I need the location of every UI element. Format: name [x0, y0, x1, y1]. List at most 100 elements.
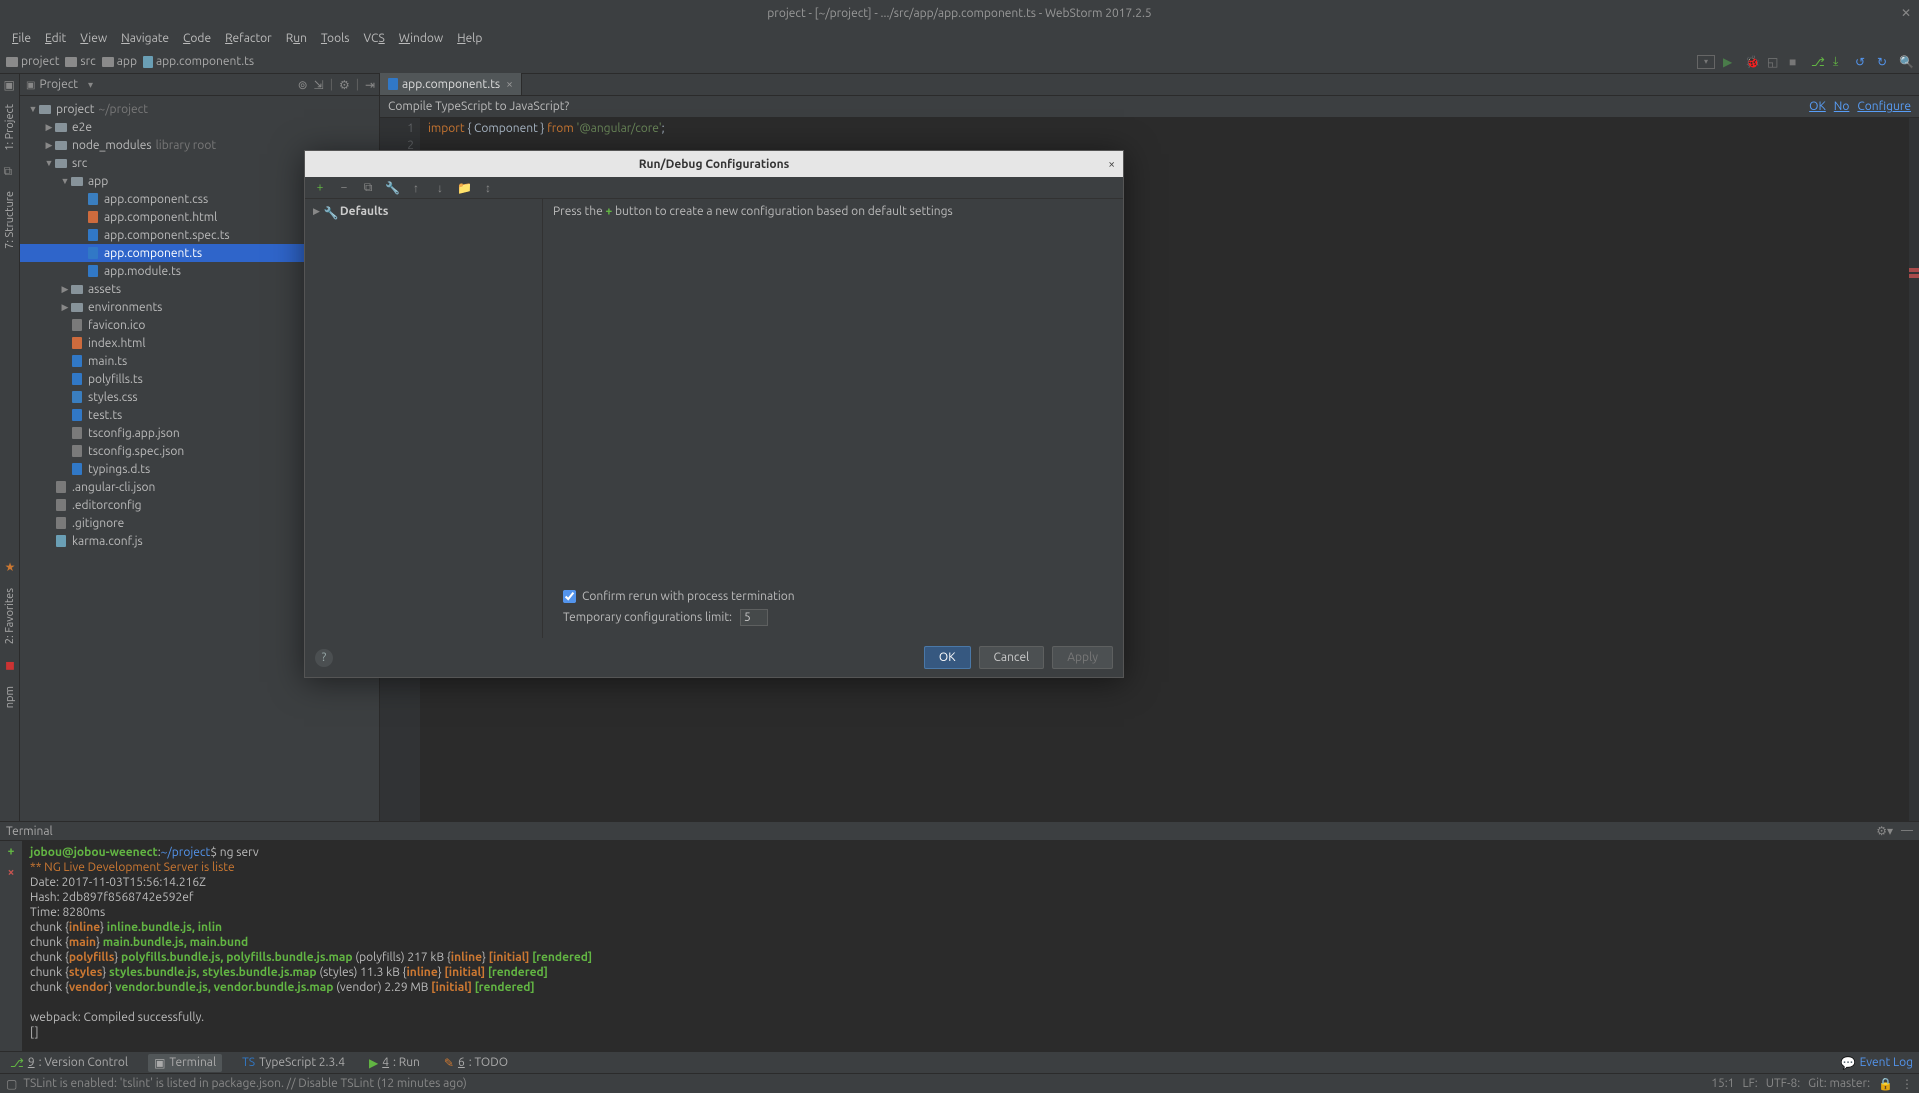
run-config-dropdown-icon[interactable]: ▾	[1697, 55, 1715, 69]
tool-version-control[interactable]: ⎇9: 9: Version ControlVersion Control	[6, 1056, 132, 1070]
file-icon	[86, 265, 100, 277]
dialog-down-icon[interactable]: ↓	[433, 181, 447, 195]
status-hide-icon[interactable]: ▢	[6, 1077, 17, 1091]
dialog-confirm-checkbox-row[interactable]: Confirm rerun with process termination	[563, 590, 1103, 603]
status-lock-icon[interactable]: 🔒	[1878, 1077, 1893, 1091]
menu-refactor[interactable]: Refactor	[219, 30, 278, 47]
crumb-project[interactable]: project	[6, 55, 59, 68]
window-close-icon[interactable]: ✕	[1901, 6, 1911, 20]
tree-arrow-icon[interactable]: ▶	[44, 122, 54, 133]
menu-vcs[interactable]: VCS	[357, 30, 390, 47]
favorites-icon[interactable]: ★	[5, 560, 16, 574]
crumb-src[interactable]: src	[65, 55, 95, 68]
tree-node[interactable]: ▶e2e	[20, 118, 379, 136]
debug-icon[interactable]: 🐞	[1745, 55, 1759, 69]
status-more-icon[interactable]: ⋮	[1901, 1077, 1913, 1091]
dialog-cancel-button[interactable]: Cancel	[979, 646, 1045, 669]
tool-favorites[interactable]: 2: Favorites	[4, 588, 16, 644]
status-caret-pos[interactable]: 15:1	[1711, 1077, 1734, 1091]
menu-view[interactable]: View	[74, 30, 113, 47]
dialog-limit-input[interactable]	[740, 609, 768, 626]
tool-run[interactable]: ▶4: Run	[365, 1056, 424, 1070]
tree-arrow-icon[interactable]: ▼	[28, 104, 38, 114]
project-tool-icon[interactable]: ▣	[4, 78, 16, 90]
tree-node-label: .angular-cli.json	[72, 481, 155, 494]
ts-file-icon	[388, 78, 398, 90]
close-tab-icon[interactable]: ×	[506, 78, 513, 91]
vcs-branch-icon[interactable]: ⎇	[1811, 55, 1825, 69]
menu-file[interactable]: File	[6, 30, 37, 47]
dialog-save-template-icon[interactable]: 🔧	[385, 181, 399, 195]
dialog-copy-icon[interactable]: ⧉	[361, 181, 375, 195]
terminal-output[interactable]: jobou@jobou-weenect:~/project$ ng serv *…	[22, 841, 1919, 1051]
terminal-close-icon[interactable]: ×	[8, 866, 15, 879]
tree-arrow-icon[interactable]: ▶	[60, 284, 70, 295]
tool-terminal[interactable]: ▣Terminal	[148, 1054, 222, 1072]
dialog-apply-button[interactable]: Apply	[1052, 646, 1113, 669]
dialog-config-tree[interactable]: ▶ 🔧 Defaults	[305, 199, 543, 638]
search-icon[interactable]: 🔍	[1899, 55, 1913, 69]
menu-run[interactable]: Run	[280, 30, 313, 47]
dialog-ok-button[interactable]: OK	[924, 646, 971, 669]
status-line-sep[interactable]: LF:	[1742, 1077, 1757, 1091]
tree-arrow-icon[interactable]: ▶	[44, 140, 54, 151]
stop-icon[interactable]: ■	[1789, 55, 1803, 69]
terminal-hide-icon[interactable]: —	[1901, 824, 1913, 838]
editor-tabs: app.component.ts ×	[380, 74, 1919, 96]
vcs-history-icon[interactable]: ↻	[1877, 55, 1891, 69]
menu-edit[interactable]: Edit	[39, 30, 72, 47]
tool-typescript[interactable]: TSTypeScript 2.3.4	[238, 1056, 349, 1069]
project-panel-title[interactable]: Project	[39, 78, 78, 91]
status-encoding[interactable]: UTF-8:	[1766, 1077, 1800, 1091]
tree-node-label: app.component.spec.ts	[104, 229, 230, 242]
tool-npm[interactable]: npm	[4, 686, 16, 708]
menu-window[interactable]: Window	[393, 30, 449, 47]
coverage-icon[interactable]: ◱	[1767, 55, 1781, 69]
tool-todo[interactable]: ✎6: TODO	[440, 1056, 512, 1070]
tree-arrow-icon[interactable]: ▼	[60, 176, 70, 186]
dialog-confirm-checkbox[interactable]	[563, 590, 576, 603]
gear-icon[interactable]: ⚙	[339, 78, 350, 92]
tool-project[interactable]: 1: Project	[4, 104, 16, 151]
project-view-dropdown-icon[interactable]: ▾	[88, 79, 93, 91]
dialog-remove-icon[interactable]: −	[337, 181, 351, 194]
structure-tool-icon[interactable]: ⧉	[4, 165, 16, 177]
error-stripe[interactable]	[1909, 118, 1919, 821]
tree-arrow-icon[interactable]: ▶	[60, 302, 70, 313]
tool-structure[interactable]: 7: Structure	[4, 191, 16, 249]
notification-no-link[interactable]: No	[1834, 100, 1850, 113]
tree-arrow-icon[interactable]: ▼	[44, 158, 54, 168]
npm-icon[interactable]: ◼	[5, 658, 15, 672]
status-git[interactable]: Git: master:	[1808, 1077, 1870, 1091]
vcs-update-icon[interactable]: ⤓	[1833, 55, 1847, 69]
dialog-defaults-node[interactable]: ▶ 🔧 Defaults	[313, 205, 534, 218]
tree-node[interactable]: ▼project~/project	[20, 100, 379, 118]
autoscroll-target-icon[interactable]: ⊚	[298, 78, 308, 92]
file-icon	[54, 517, 68, 529]
dialog-add-icon[interactable]: +	[313, 181, 327, 194]
menu-code[interactable]: Code	[177, 30, 217, 47]
menu-tools[interactable]: Tools	[315, 30, 356, 47]
dialog-titlebar[interactable]: Run/Debug Configurations ×	[305, 151, 1123, 177]
menu-help[interactable]: Help	[451, 30, 488, 47]
collapse-all-icon[interactable]: ⇲	[314, 78, 324, 92]
terminal-header-label[interactable]: Terminal	[6, 825, 53, 838]
terminal-add-icon[interactable]: +	[8, 845, 15, 858]
run-play-icon[interactable]: ▶	[1723, 55, 1737, 69]
dialog-sort-icon[interactable]: ↕	[481, 181, 495, 195]
crumb-app[interactable]: app	[102, 55, 137, 68]
dialog-close-icon[interactable]: ×	[1108, 158, 1115, 171]
event-log-button[interactable]: 💬Event Log	[1841, 1056, 1913, 1070]
dialog-folder-icon[interactable]: 📁	[457, 181, 471, 195]
hide-panel-icon[interactable]: ⇥	[365, 78, 375, 92]
editor-tab-app-component[interactable]: app.component.ts ×	[380, 73, 522, 95]
crumb-file[interactable]: app.component.ts	[143, 55, 254, 68]
menu-navigate[interactable]: Navigate	[115, 30, 175, 47]
dialog-confirm-label: Confirm rerun with process termination	[582, 590, 795, 603]
notification-configure-link[interactable]: Configure	[1857, 100, 1911, 113]
dialog-help-icon[interactable]: ?	[315, 649, 333, 667]
notification-ok-link[interactable]: OK	[1809, 100, 1826, 113]
terminal-gear-icon[interactable]: ⚙▾	[1876, 824, 1893, 838]
dialog-up-icon[interactable]: ↑	[409, 181, 423, 195]
vcs-commit-icon[interactable]: ↺	[1855, 55, 1869, 69]
